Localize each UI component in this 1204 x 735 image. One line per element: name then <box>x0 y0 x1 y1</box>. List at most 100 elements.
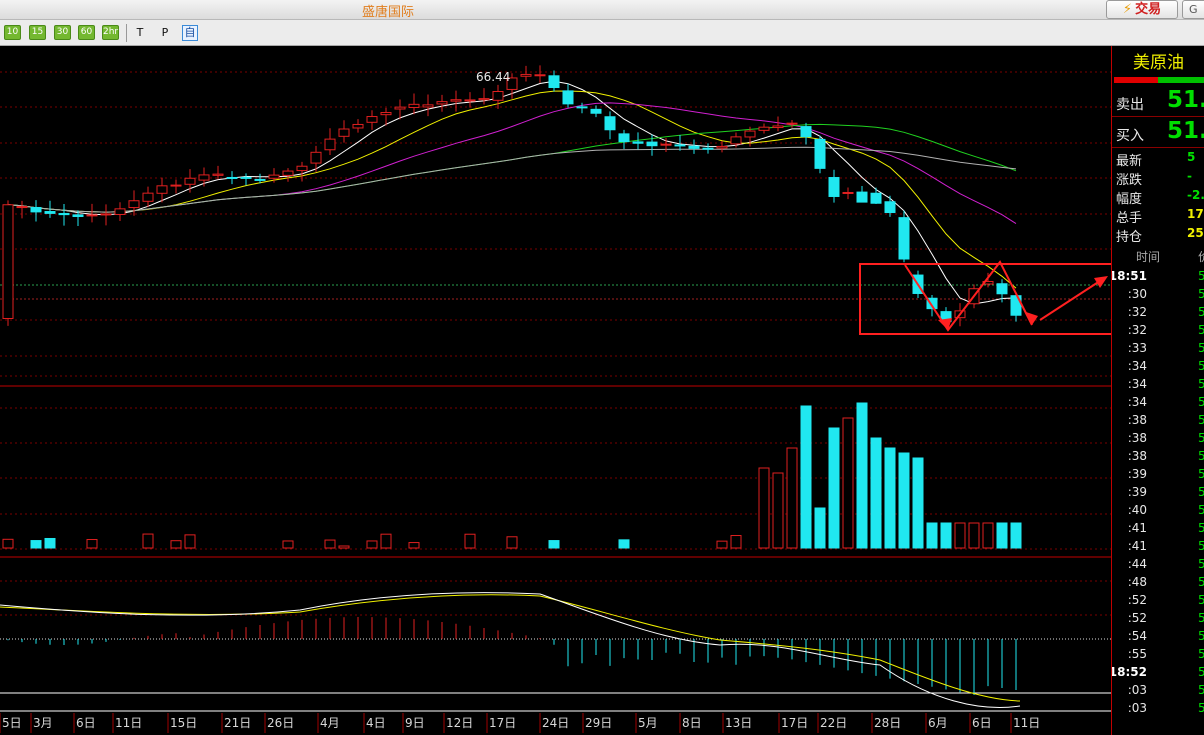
tick-time: :38 <box>1127 449 1147 463</box>
tick-row: :32 5 <box>1112 303 1204 321</box>
tick-header-price: 价 <box>1198 248 1204 265</box>
stat-label: 涨跌 <box>1116 173 1143 188</box>
candle-up <box>786 122 798 125</box>
buy-value: 51.9 <box>1167 118 1204 144</box>
x-axis-label: 4日 <box>366 716 386 730</box>
tick-time: :48 <box>1127 575 1147 589</box>
x-axis-label: 15日 <box>170 716 197 730</box>
volume-bar <box>44 537 56 549</box>
candle-up <box>86 214 98 217</box>
candle-up <box>324 138 336 151</box>
stat-value: 25 <box>1187 226 1204 240</box>
stat-value: 17 <box>1187 207 1204 221</box>
tool-p-button[interactable]: P <box>157 25 173 41</box>
candle-down <box>240 176 252 179</box>
x-axis-label: 13日 <box>725 716 752 730</box>
price-chart[interactable]: 5日 3月 6日 11日 15日 21日 26日 4月 4日 9日 12日 17日 24日 29日 5月 8日… <box>0 46 1111 735</box>
tick-time: :41 <box>1127 539 1147 553</box>
tick-row: :34 5 <box>1112 393 1204 411</box>
tick-row: :38 5 <box>1112 429 1204 447</box>
symbol-name: 美原油 <box>1133 53 1184 73</box>
volume-bar <box>758 467 770 549</box>
candle-down <box>72 214 84 217</box>
tick-time: :03 <box>1127 683 1147 697</box>
candle-up <box>128 200 140 209</box>
period-10-button[interactable]: 10 <box>4 25 21 40</box>
sell-row: 卖出 51.9 <box>1112 87 1204 115</box>
tick-price: 5 <box>1198 539 1204 553</box>
lightning-icon: ⚡ <box>1122 2 1133 17</box>
candle-down <box>618 133 630 143</box>
candle-up <box>380 112 392 116</box>
tick-time: :39 <box>1127 467 1147 481</box>
tick-row: :41 5 <box>1112 519 1204 537</box>
trade-button[interactable]: ⚡ 交易 <box>1106 0 1178 19</box>
candle-up <box>744 130 756 138</box>
volume-bar <box>86 539 98 549</box>
candle-down <box>44 211 56 214</box>
period-30-button[interactable]: 30 <box>54 25 71 40</box>
x-axis-label: 26日 <box>267 716 294 730</box>
candle-up <box>142 192 154 202</box>
volume-bar <box>618 539 630 549</box>
candle-down <box>548 75 560 89</box>
buy-row: 买入 51.9 <box>1112 118 1204 146</box>
candle-up <box>492 91 504 101</box>
x-axis-label: 29日 <box>585 716 612 730</box>
stat-row: 幅度 -2. <box>1112 187 1204 207</box>
tick-time: :30 <box>1127 287 1147 301</box>
tick-row: :32 5 <box>1112 321 1204 339</box>
tick-row: :48 5 <box>1112 573 1204 591</box>
tick-row: :40 5 <box>1112 501 1204 519</box>
tick-row: :38 5 <box>1112 447 1204 465</box>
candle-up <box>198 174 210 181</box>
candle-down <box>688 145 700 149</box>
candle-down <box>576 106 588 109</box>
candle-down <box>646 141 658 147</box>
x-axis-label: 3月 <box>33 716 53 730</box>
volume-bar <box>884 447 896 549</box>
tick-price: 5 <box>1198 323 1204 337</box>
x-axis-label: 6月 <box>928 716 948 730</box>
tick-header-time: 时间 <box>1136 250 1161 264</box>
stat-value: 5 <box>1187 150 1196 164</box>
candle-up <box>730 136 742 145</box>
tool-t-button[interactable]: T <box>132 25 148 41</box>
tick-row: :34 5 <box>1112 375 1204 393</box>
tick-time: :54 <box>1127 629 1147 643</box>
candle-down <box>254 178 266 181</box>
x-axis-label: 17日 <box>489 716 516 730</box>
candle-up <box>212 173 224 176</box>
tool-auto-button[interactable]: 自 <box>182 25 198 41</box>
tick-price: 5 <box>1198 467 1204 481</box>
x-axis-label: 24日 <box>542 716 569 730</box>
volume-bar <box>940 522 952 549</box>
tick-price: 5 <box>1198 629 1204 643</box>
tick-time: :52 <box>1127 611 1147 625</box>
volume-bar <box>968 522 980 549</box>
volume-bar <box>380 533 392 549</box>
tick-row: :52 5 <box>1112 591 1204 609</box>
candle-up <box>184 177 196 185</box>
tick-row: :54 5 <box>1112 627 1204 645</box>
tick-time: :52 <box>1127 593 1147 607</box>
candle-up <box>100 213 112 216</box>
tick-price: 5 <box>1198 413 1204 427</box>
toolbar: 10 15 30 60 2hr T P 自 <box>0 20 1204 46</box>
x-axis-label: 9日 <box>405 716 425 730</box>
x-axis-label: 17日 <box>781 716 808 730</box>
tick-price: 5 <box>1198 485 1204 499</box>
window-extra-button[interactable]: G <box>1182 0 1204 19</box>
candle-down <box>226 176 238 179</box>
tick-price: 5 <box>1198 377 1204 391</box>
period-15-button[interactable]: 15 <box>29 25 46 40</box>
tick-time: :34 <box>1127 395 1147 409</box>
x-axis-label: 6日 <box>972 716 992 730</box>
candle-up <box>772 125 784 129</box>
tick-price: 5 <box>1198 647 1204 661</box>
candle-up <box>450 99 462 102</box>
period-2hr-button[interactable]: 2hr <box>102 25 119 40</box>
volume-bar <box>842 417 854 549</box>
period-60-button[interactable]: 60 <box>78 25 95 40</box>
candle-up <box>310 151 322 164</box>
